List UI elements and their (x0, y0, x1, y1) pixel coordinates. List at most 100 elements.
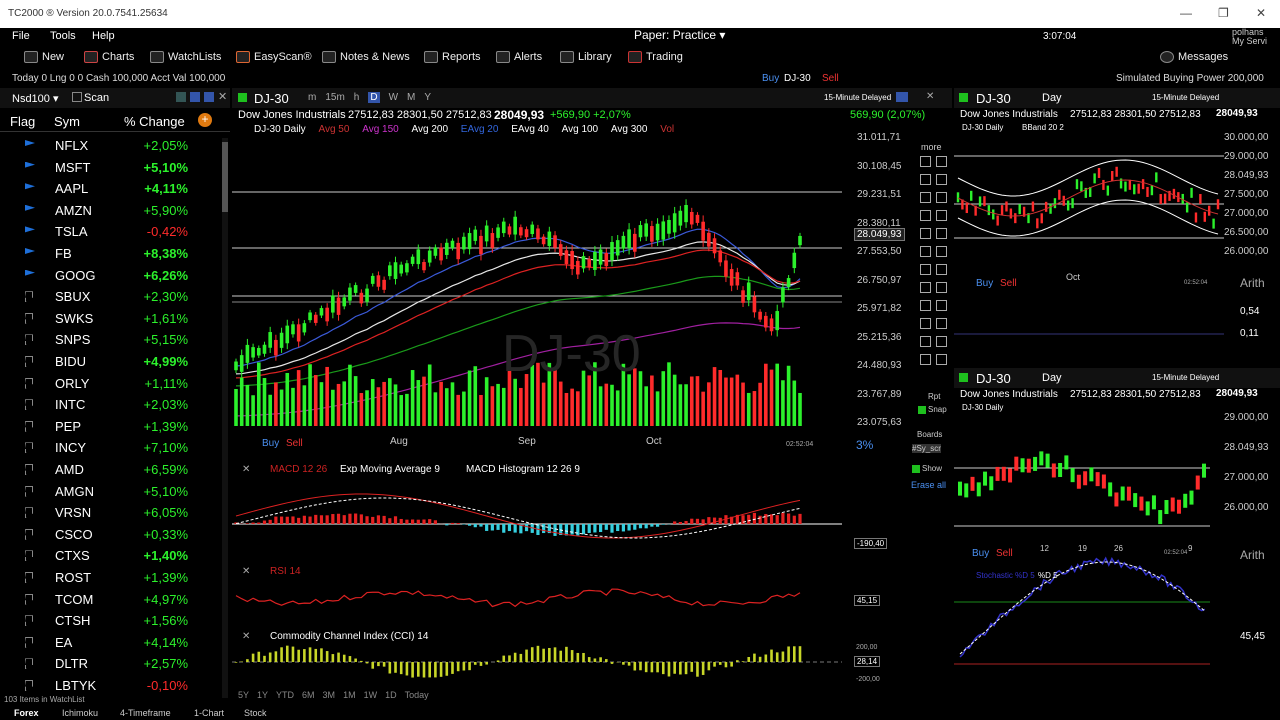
drawing-tool-icon[interactable] (936, 264, 947, 275)
zoom-today[interactable]: Today (405, 690, 429, 700)
more-tools[interactable]: more (921, 142, 942, 152)
paper-practice-dropdown[interactable]: Paper: Practice ▾ (634, 28, 725, 42)
drawing-tool-icon[interactable] (920, 174, 931, 185)
watchlist-row[interactable]: FB +8,38% (0, 243, 222, 265)
legend-eavg20[interactable]: EAvg 20 (461, 124, 499, 135)
rb-sell[interactable]: Sell (996, 548, 1013, 559)
flag-outline-icon[interactable] (25, 420, 33, 432)
status-sell-button[interactable]: Sell (822, 73, 839, 84)
drawing-tool-icon[interactable] (920, 300, 931, 311)
zoom-1w[interactable]: 1W (364, 690, 378, 700)
close-button[interactable]: ✕ (1256, 6, 1266, 20)
timeframe-M[interactable]: M (407, 92, 415, 103)
watchlist-row[interactable]: ORLY +1,11% (0, 373, 222, 395)
plus-icon[interactable] (238, 93, 247, 102)
rb-arith[interactable]: Arith (1240, 548, 1265, 562)
legend-period[interactable]: DJ-30 Daily (254, 124, 306, 135)
legend-avg100[interactable]: Avg 100 (562, 124, 599, 135)
tab-ichimoku[interactable]: Ichimoku (62, 708, 98, 718)
col-change[interactable]: % Change (124, 114, 185, 129)
watchlist-row[interactable]: BIDU +4,99% (0, 351, 222, 373)
drawing-tool-icon[interactable] (920, 246, 931, 257)
flag-outline-icon[interactable] (25, 334, 33, 346)
drawing-tool-icon[interactable] (936, 174, 947, 185)
flag-outline-icon[interactable] (25, 658, 33, 670)
chart-buy-button[interactable]: Buy (262, 438, 279, 449)
watchlist-scroll-thumb[interactable] (222, 142, 228, 212)
flag-outline-icon[interactable] (25, 356, 33, 367)
timeframe-h[interactable]: h (354, 92, 360, 103)
alerts-button[interactable]: Alerts (496, 51, 542, 63)
drawing-tool-icon[interactable] (920, 210, 931, 221)
watchlist-row[interactable]: NFLX +2,05% (0, 135, 222, 157)
boards-button[interactable]: Boards (917, 430, 942, 439)
watchlist-row[interactable]: VRSN +6,05% (0, 502, 222, 524)
menu-file[interactable]: File (12, 30, 30, 42)
watchlist-scrollbar[interactable] (222, 138, 228, 698)
watchlist-row[interactable]: LBTYK -0,10% (0, 675, 222, 697)
rt-arith[interactable]: Arith (1240, 276, 1265, 290)
tab-forex[interactable]: Forex (14, 708, 39, 718)
drawing-tool-icon[interactable] (936, 210, 947, 221)
snap-checkbox[interactable] (918, 406, 926, 414)
link-icon[interactable] (190, 92, 200, 102)
scan-checkbox[interactable] (72, 92, 82, 102)
drawing-tool-icon[interactable] (936, 228, 947, 239)
legend-vol[interactable]: Vol (660, 124, 674, 135)
flag-outline-icon[interactable] (25, 464, 33, 475)
rb-timeframe[interactable]: Day (1042, 372, 1062, 384)
drawing-tool-icon[interactable] (936, 246, 947, 257)
rb-symbol[interactable]: DJ-30 (976, 371, 1011, 386)
watchlist-row[interactable]: PEP +1,39% (0, 416, 222, 438)
rb-stoch-label[interactable]: Stochastic %D 5 (976, 571, 1035, 580)
legend-eavg40[interactable]: EAvg 40 (511, 124, 549, 135)
rb-d5-label[interactable]: %D 5 (1038, 571, 1058, 580)
col-flag[interactable]: Flag (10, 114, 35, 129)
rb-canvas[interactable] (954, 412, 1280, 706)
library-button[interactable]: Library (560, 51, 612, 63)
flag-outline-icon[interactable] (25, 507, 33, 519)
erase-all-button[interactable]: Erase all (911, 480, 946, 490)
tab-stock[interactable]: Stock (244, 708, 267, 718)
flag-outline-icon[interactable] (25, 312, 33, 324)
watchlist-row[interactable]: AMGN +5,10% (0, 481, 222, 503)
rt-symbol[interactable]: DJ-30 (976, 91, 1011, 106)
watchlists-button[interactable]: WatchLists (150, 51, 221, 63)
watchlist-row[interactable]: TCOM +4,97% (0, 589, 222, 611)
zoom-1m[interactable]: 1M (343, 690, 356, 700)
flag-outline-icon[interactable] (25, 615, 33, 627)
watchlist-row[interactable]: AMZN +5,90% (0, 200, 222, 222)
flag-filled-icon[interactable] (25, 204, 35, 211)
watchlist-row[interactable]: SWKS +1,61% (0, 308, 222, 330)
zoom-1y[interactable]: 1Y (257, 690, 268, 700)
timeframe-15m[interactable]: 15m (325, 92, 344, 103)
minimize-button[interactable]: — (1180, 6, 1192, 20)
macd-label[interactable]: MACD 12 26 (270, 464, 327, 475)
watchlist-row[interactable]: INTC +2,03% (0, 394, 222, 416)
drawing-tool-icon[interactable] (920, 192, 931, 203)
timeframe-W[interactable]: W (389, 92, 398, 103)
flag-outline-icon[interactable] (25, 528, 33, 540)
watchlist-row[interactable]: EA +4,14% (0, 632, 222, 654)
legend-avg300[interactable]: Avg 300 (611, 124, 648, 135)
easyscan-button[interactable]: EasyScan® (236, 51, 312, 63)
watchlist-selector[interactable]: Nsd100 ▾ (12, 92, 59, 105)
drawing-tool-icon[interactable] (920, 336, 931, 347)
watchlist-row[interactable]: DLTR +2,57% (0, 653, 222, 675)
zoom-ytd[interactable]: YTD (276, 690, 294, 700)
watchlist-row[interactable]: INCY +7,10% (0, 437, 222, 459)
watchlist-close-icon[interactable]: ✕ (218, 90, 227, 103)
legend-avg150[interactable]: Avg 150 (362, 124, 399, 135)
watchlist-row[interactable]: CTSH +1,56% (0, 610, 222, 632)
macd-hist-label[interactable]: MACD Histogram 12 26 9 (466, 464, 580, 475)
status-buy-button[interactable]: Buy (762, 73, 779, 84)
drawing-tool-icon[interactable] (920, 282, 931, 293)
link-icon[interactable] (896, 92, 908, 102)
settings-icon[interactable] (204, 92, 214, 102)
flag-filled-icon[interactable] (25, 183, 35, 190)
legend-avg50[interactable]: Avg 50 (318, 124, 349, 135)
chart-sell-button[interactable]: Sell (286, 438, 303, 449)
drawing-tool-icon[interactable] (920, 264, 931, 275)
reports-button[interactable]: Reports (424, 51, 481, 63)
menu-tools[interactable]: Tools (50, 30, 76, 42)
